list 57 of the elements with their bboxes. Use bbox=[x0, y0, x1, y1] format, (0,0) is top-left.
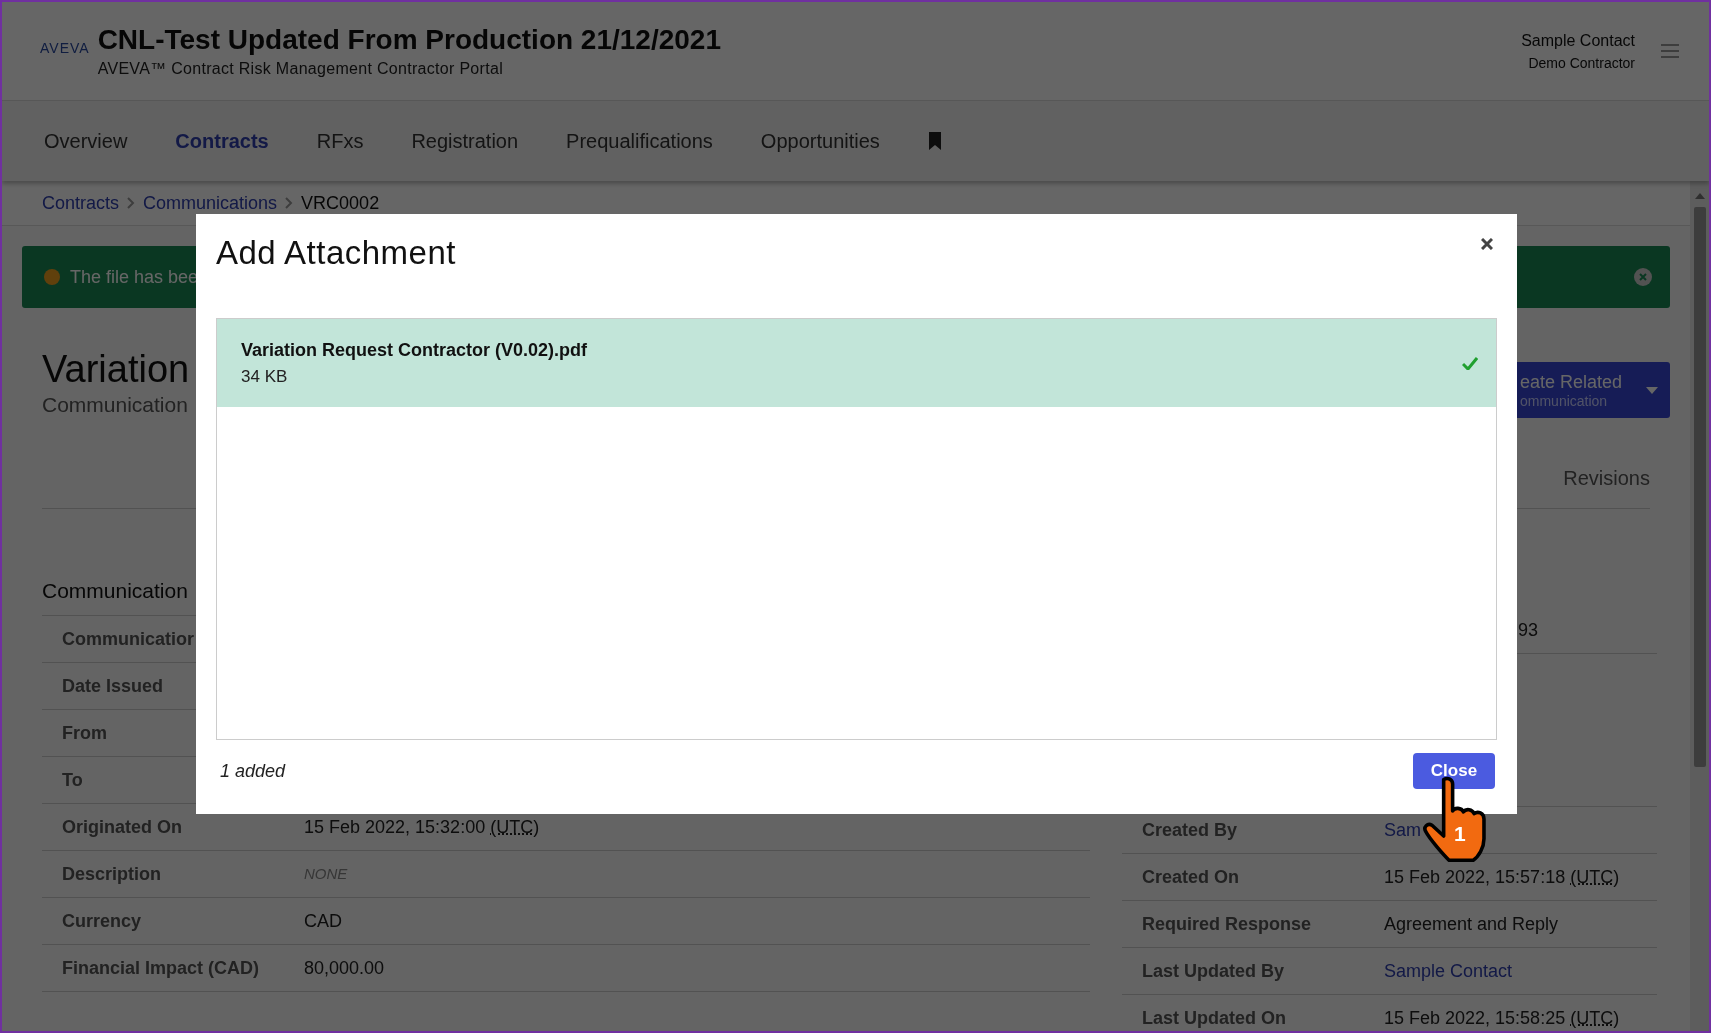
chevron-icon bbox=[285, 197, 294, 209]
file-size: 34 KB bbox=[241, 366, 289, 387]
breadcrumb-link[interactable]: Contracts bbox=[42, 192, 120, 214]
field-value: 15 Feb 2022, 15:58:25 (UTC) bbox=[1384, 1007, 1620, 1030]
field-value[interactable]: Sample Contact bbox=[1384, 956, 1513, 986]
bookmark-icon[interactable] bbox=[927, 132, 942, 150]
field-value: 80,000.00 bbox=[304, 957, 385, 980]
field-label: Last Updated On bbox=[1142, 1007, 1286, 1030]
field-label: Last Updated By bbox=[1142, 960, 1285, 983]
caret-icon bbox=[1646, 386, 1658, 394]
field-label: Required Response bbox=[1142, 913, 1312, 936]
step-number: 1 bbox=[1454, 822, 1466, 846]
upload-summary: 1 added bbox=[220, 760, 286, 782]
field-value: CAD bbox=[304, 910, 342, 933]
tab[interactable]: Revisions bbox=[1563, 466, 1650, 490]
nav-tab[interactable]: Registration bbox=[411, 129, 519, 153]
field-label: Currency bbox=[62, 910, 142, 933]
field-label: Description bbox=[62, 863, 162, 886]
field-value: 93 bbox=[1517, 619, 1539, 642]
field-value: 15 Feb 2022, 15:32:00 (UTC) bbox=[304, 816, 540, 839]
field-value: 15 Feb 2022, 15:57:18 (UTC) bbox=[1384, 866, 1620, 889]
page-subtitle: Communication bbox=[42, 393, 188, 417]
nav-tab[interactable]: Opportunities bbox=[760, 129, 880, 153]
close-icon bbox=[1481, 238, 1493, 250]
app-title: CNL-Test Updated From Production 21/12/2021 bbox=[97, 24, 722, 56]
field-label: Created On bbox=[1142, 866, 1240, 889]
field-label: To bbox=[62, 769, 83, 792]
field-value[interactable]: Sam bbox=[1384, 815, 1421, 845]
dialog-title: Add Attachment bbox=[216, 234, 456, 272]
user-organization: Demo Contractor bbox=[1528, 54, 1635, 71]
field-label: Date Issued bbox=[62, 675, 164, 698]
checkmark-icon bbox=[1462, 356, 1478, 370]
breadcrumb-link[interactable]: VRC0002 bbox=[301, 192, 380, 214]
user-name: Sample Contact bbox=[1521, 31, 1635, 50]
logo: AVEVA bbox=[40, 40, 90, 56]
chevron-icon bbox=[127, 197, 136, 209]
menu-icon[interactable] bbox=[1661, 44, 1679, 58]
breadcrumb-link[interactable]: Communications bbox=[143, 192, 278, 214]
scrollbar[interactable] bbox=[1690, 181, 1709, 1031]
field-label: Created By bbox=[1142, 819, 1238, 842]
nav-tab[interactable]: Prequalifications bbox=[566, 129, 713, 153]
nav-tab[interactable]: Overview bbox=[44, 129, 128, 153]
alert-message: The file has bee bbox=[70, 266, 199, 288]
page-title: Variation bbox=[42, 348, 190, 391]
field-label: Originated On bbox=[62, 816, 182, 839]
close-icon[interactable] bbox=[1634, 268, 1652, 286]
close-button[interactable]: Close bbox=[1413, 753, 1495, 789]
info-icon bbox=[44, 269, 60, 285]
app-subtitle: AVEVA™ Contract Risk Management Contractor Portal bbox=[97, 60, 504, 78]
field-label: From bbox=[62, 722, 107, 745]
scroll-up-icon[interactable] bbox=[1694, 193, 1705, 199]
file-name: Variation Request Contractor (V0.02).pdf bbox=[241, 339, 589, 361]
field-label: Communicatior bbox=[62, 628, 194, 651]
field-label: Financial Impact (CAD) bbox=[62, 957, 260, 980]
field-value: Agreement and Reply bbox=[1384, 913, 1559, 936]
nav-tab[interactable]: Contracts bbox=[175, 129, 269, 153]
nav-tab[interactable]: RFxs bbox=[316, 129, 364, 153]
